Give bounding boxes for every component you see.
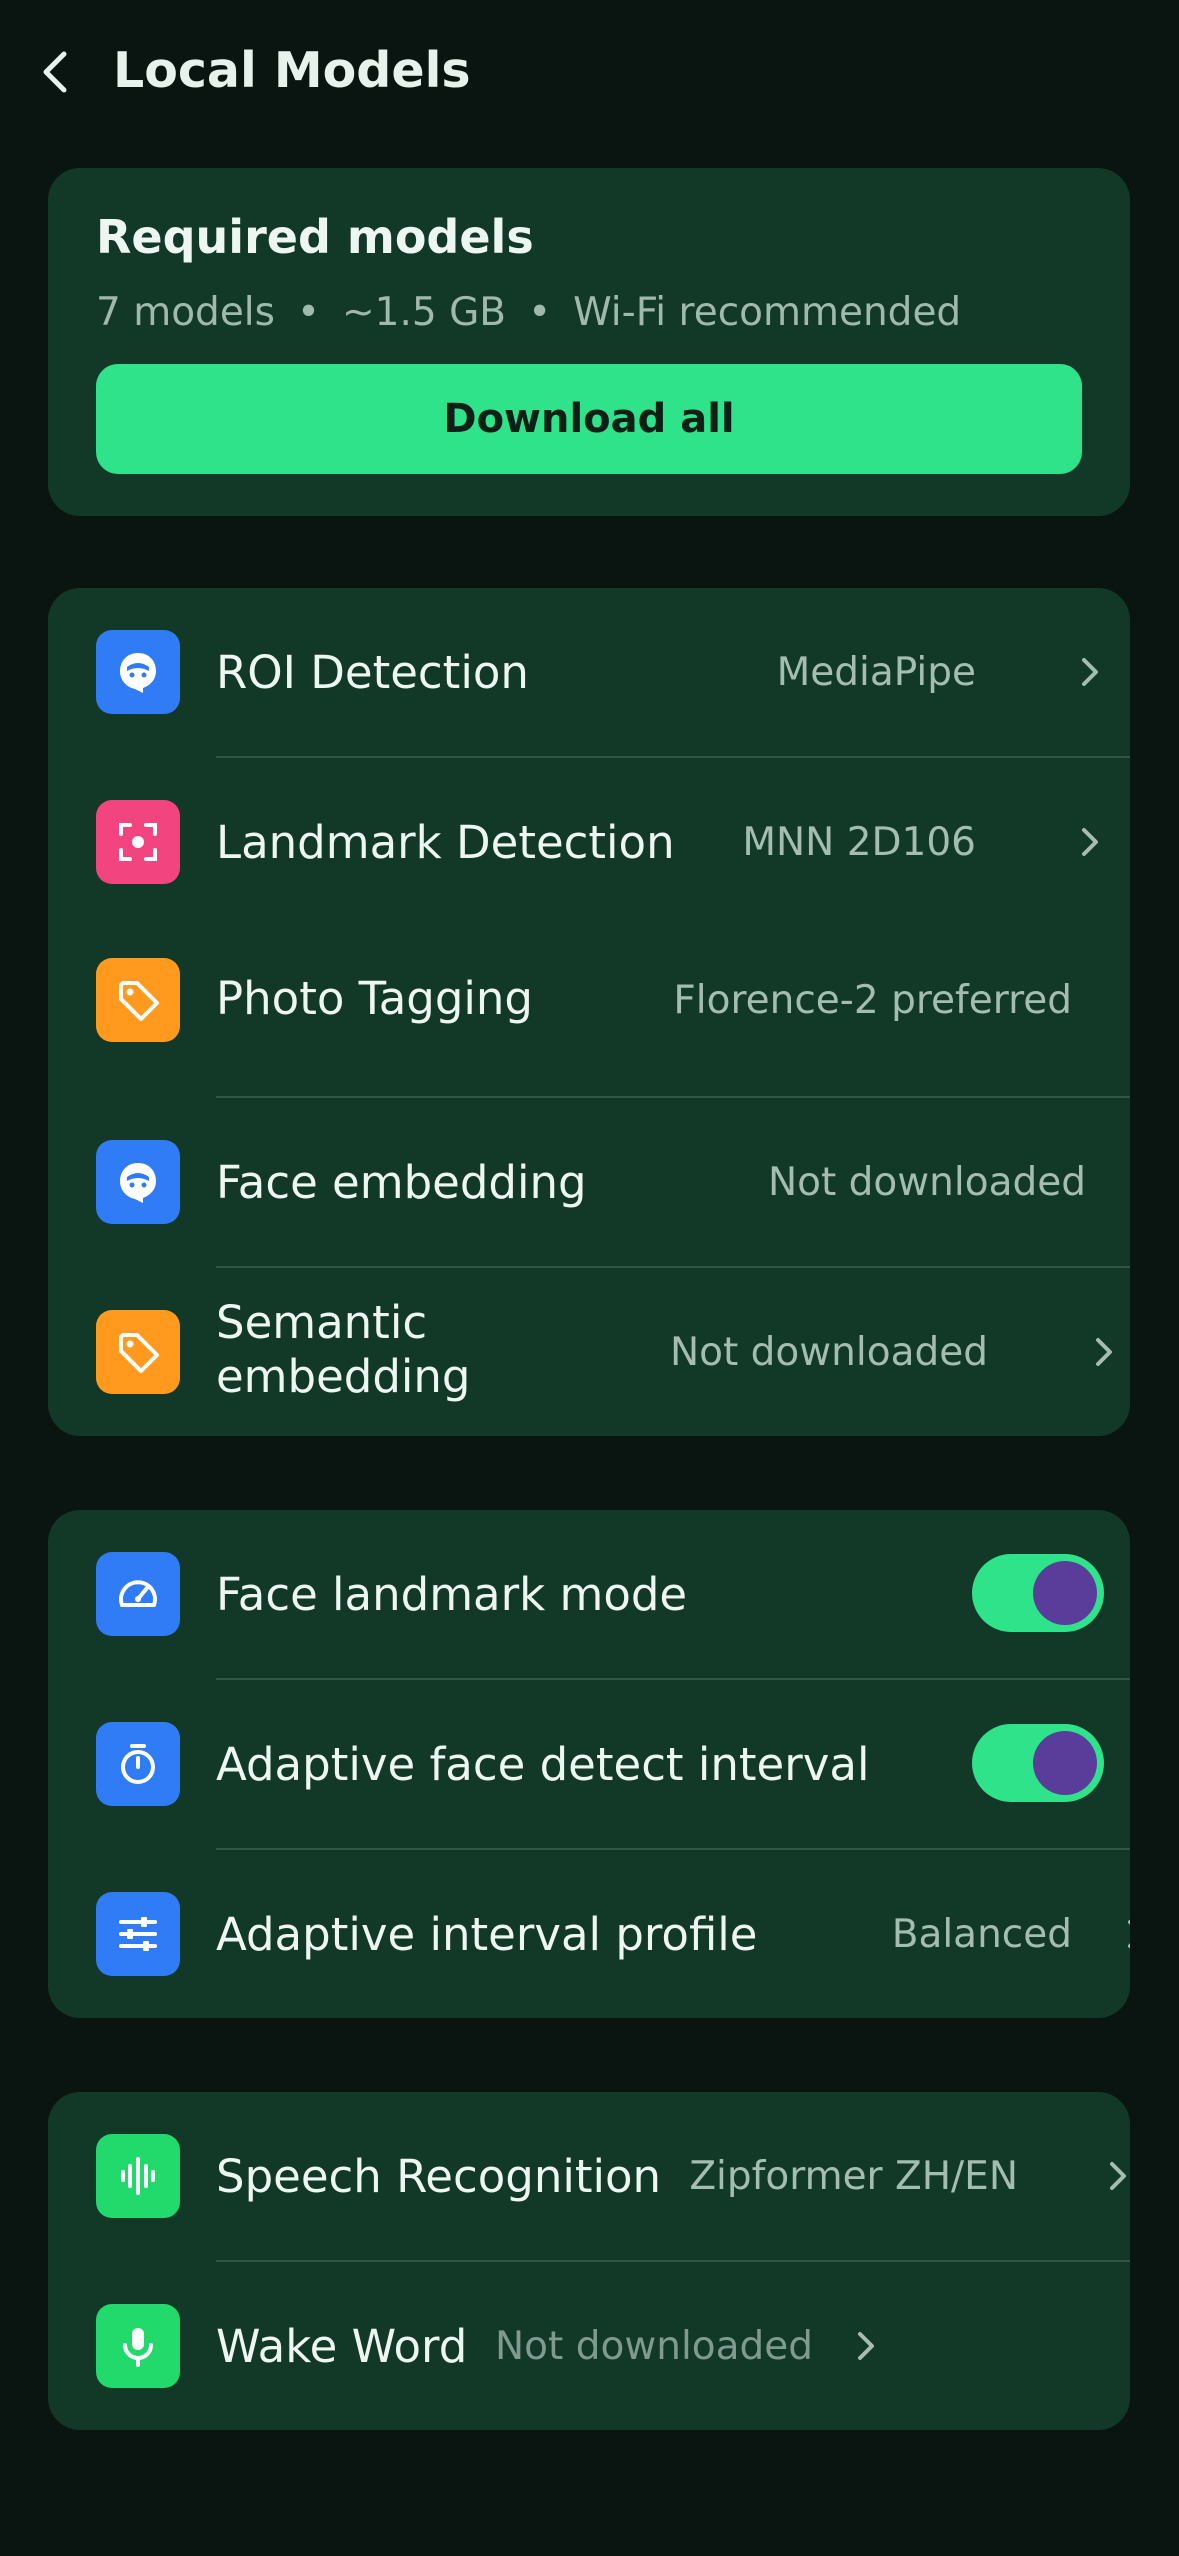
gauge-icon [96,1552,180,1636]
adaptive-interval-toggle[interactable] [972,1724,1104,1802]
speech-card: Speech Recognition Zipformer ZH/EN Wake … [48,2092,1130,2430]
speech-value: Zipformer ZH/EN [689,2154,1018,2199]
download-size: ~1.5 GB [341,290,507,335]
models-card: ROI Detection MediaPipe Landmark Detecti… [48,588,1130,1436]
page-title: Local Models [113,42,471,99]
microphone-icon [96,2304,180,2388]
tag-icon [96,958,180,1042]
model-label-line-2: embedding [216,1350,471,1403]
scan-icon [96,800,180,884]
chevron-right-icon [1110,2162,1126,2190]
speech-row-recognition[interactable]: Speech Recognition Zipformer ZH/EN [48,2092,1130,2262]
model-label: ROI Detection [216,646,529,699]
model-value: MediaPipe [776,650,976,695]
toggle-knob [1033,1731,1097,1795]
chevron-right-icon [1082,828,1098,856]
setting-row-adaptive-face-detect-interval: Adaptive face detect interval [48,1680,1130,1850]
model-count: 7 models [96,290,275,335]
top-bar: Local Models [0,0,1179,150]
setting-row-adaptive-interval-profile[interactable]: Adaptive interval profile Balanced [48,1850,1130,2018]
required-models-title: Required models [96,210,534,264]
speech-value: Not downloaded [495,2324,814,2369]
model-value: Not downloaded [669,1330,988,1375]
setting-value: Balanced [891,1912,1072,1957]
model-value: Not downloaded [767,1160,1086,1205]
back-chevron-icon[interactable] [36,48,76,96]
model-row-face-embedding[interactable]: Face embedding Not downloaded [48,1098,1130,1268]
model-row-photo-tagging[interactable]: Photo Tagging Florence-2 preferred [48,928,1130,1098]
model-row-roi-detection[interactable]: ROI Detection MediaPipe [48,588,1130,758]
setting-label: Adaptive interval profile [216,1908,758,1961]
speech-label: Speech Recognition [216,2150,662,2203]
model-row-landmark-detection[interactable]: Landmark Detection MNN 2D106 [48,758,1130,928]
sliders-icon [96,1892,180,1976]
setting-label: Face landmark mode [216,1568,688,1621]
chevron-right-icon [1082,658,1098,686]
chevron-right-icon [858,2332,874,2360]
meta-separator: • [528,290,552,335]
face-landmark-mode-toggle[interactable] [972,1554,1104,1632]
wifi-note: Wi-Fi recommended [573,290,962,335]
model-label: Landmark Detection [216,816,675,869]
model-value: MNN 2D106 [742,820,976,865]
timer-icon [96,1722,180,1806]
setting-label: Adaptive face detect interval [216,1738,870,1791]
model-label: Face embedding [216,1156,587,1209]
download-all-button[interactable]: Download all [96,364,1082,474]
model-value: Florence-2 preferred [673,978,1072,1023]
model-label: Photo Tagging [216,972,533,1025]
face-settings-card: Face landmark mode Adaptive face detect … [48,1510,1130,2018]
speech-label: Wake Word [216,2320,468,2373]
tag-icon [96,1310,180,1394]
speech-row-wake-word[interactable]: Wake Word Not downloaded [48,2262,1130,2430]
setting-row-face-landmark-mode: Face landmark mode [48,1510,1130,1680]
face-icon [96,1140,180,1224]
chevron-right-icon [1096,1338,1112,1366]
waveform-icon [96,2134,180,2218]
required-models-meta: 7 models • ~1.5 GB • Wi-Fi recommended [96,290,961,335]
model-row-semantic-embedding[interactable]: Semantic embedding Not downloaded [48,1268,1130,1436]
chevron-right-icon [1128,1920,1130,1948]
meta-separator: • [296,290,320,335]
face-icon [96,630,180,714]
required-models-card: Required models 7 models • ~1.5 GB • Wi-Fi r… [48,168,1130,516]
model-label-line-1: Semantic [216,1296,428,1349]
toggle-knob [1033,1561,1097,1625]
model-label: Semantic embedding [216,1296,471,1404]
